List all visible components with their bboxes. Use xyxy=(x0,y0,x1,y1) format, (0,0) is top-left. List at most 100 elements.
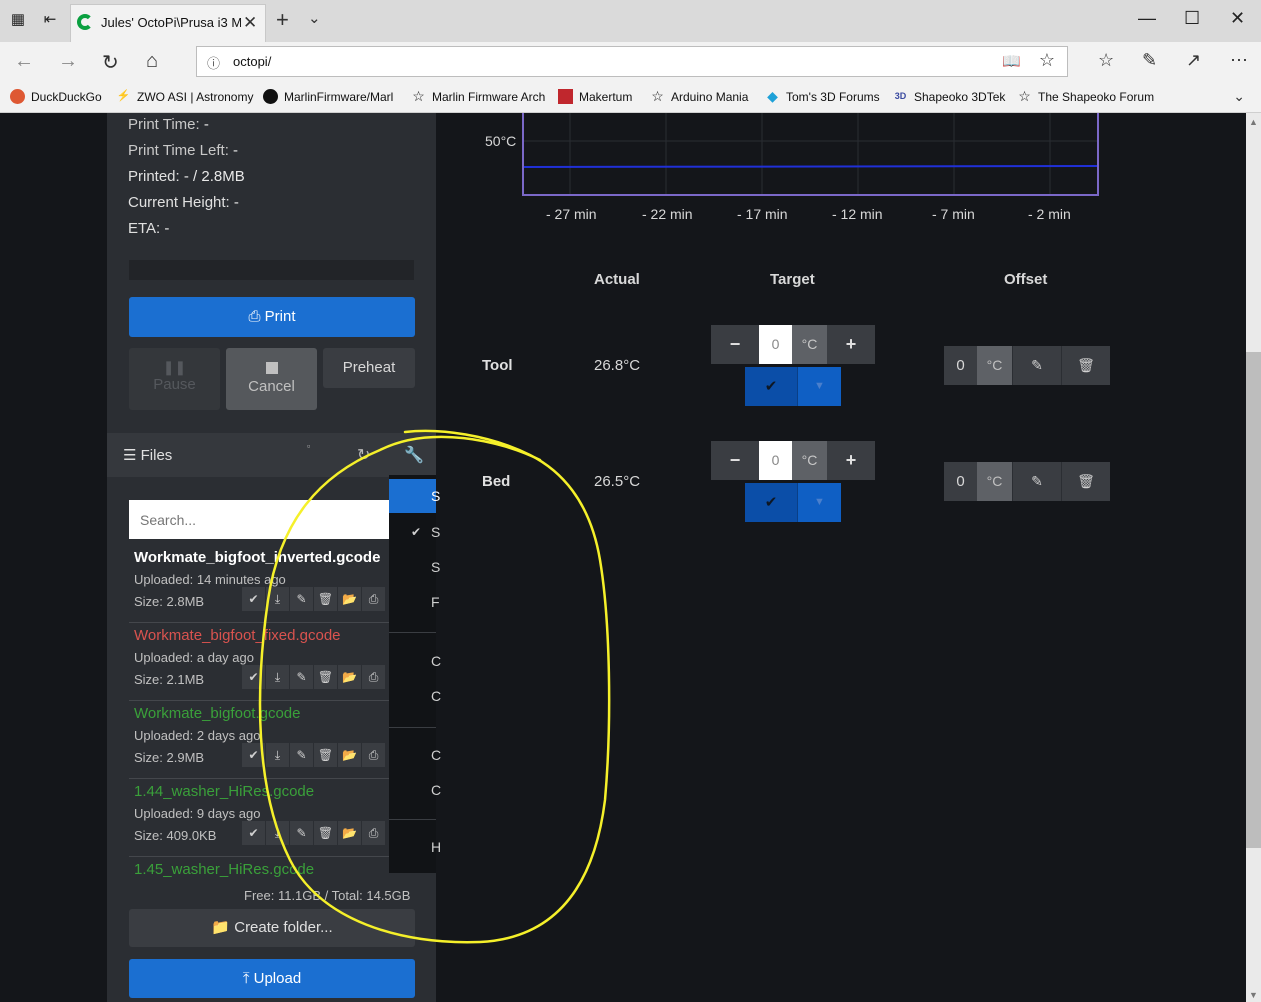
edit-offset-pencil-icon[interactable]: ✎ xyxy=(1012,462,1061,501)
upload-button[interactable]: ⤒ Upload xyxy=(129,959,415,998)
close-tab-icon[interactable]: ✕ xyxy=(243,13,257,33)
tool-target-input[interactable]: 0 xyxy=(759,325,792,364)
scrollbar-thumb[interactable] xyxy=(1246,352,1261,848)
print-file-icon[interactable]: ⎙ xyxy=(362,665,386,689)
url-field[interactable]: ⓘ octopi/ 📖 ☆ xyxy=(196,46,1068,77)
trash-icon[interactable]: 🗑 xyxy=(314,821,338,845)
home-icon[interactable]: ⌂ xyxy=(146,50,158,73)
load-check-icon[interactable]: ✔ xyxy=(242,821,266,845)
sd-card-icon[interactable]: ▫ xyxy=(307,441,310,451)
reset-offset-trash-icon[interactable]: 🗑 xyxy=(1061,462,1110,501)
fav-marlin-arch[interactable]: ☆ Marlin Firmware Arch xyxy=(411,89,545,104)
file-search-input[interactable] xyxy=(129,500,404,539)
print-button[interactable]: ⎙ Print xyxy=(129,297,415,337)
file-name[interactable]: Workmate_bigfoot.gcode xyxy=(134,705,301,722)
minimize-icon[interactable]: — xyxy=(1138,8,1156,29)
more-menu-icon[interactable]: ⋯ xyxy=(1230,50,1248,71)
edit-pencil-icon[interactable]: ✎ xyxy=(290,665,314,689)
favorites-list-icon[interactable]: ☆ xyxy=(1098,50,1114,71)
folder-open-icon[interactable]: 📂 xyxy=(338,665,362,689)
edit-pencil-icon[interactable]: ✎ xyxy=(290,821,314,845)
dropdown-item[interactable]: H xyxy=(389,830,441,864)
caret-down-icon[interactable]: ▼ xyxy=(797,483,841,522)
dropdown-item[interactable]: S xyxy=(389,550,440,584)
site-info-icon[interactable]: ⓘ xyxy=(207,53,220,72)
tab-manager-icon[interactable]: ▦ xyxy=(8,10,28,30)
print-file-icon[interactable]: ⎙ xyxy=(362,587,386,611)
set-check-icon[interactable]: ✔ xyxy=(745,367,797,406)
file-name[interactable]: 1.45_washer_HiRes.gcode xyxy=(134,861,314,878)
file-item[interactable]: 1.45_washer_HiRes.gcode xyxy=(129,857,399,887)
dropdown-item[interactable]: F xyxy=(389,585,440,619)
close-window-icon[interactable]: ✕ xyxy=(1230,8,1245,29)
cancel-button[interactable]: Cancel xyxy=(226,348,317,410)
maximize-icon[interactable]: ☐ xyxy=(1184,8,1200,29)
dropdown-item[interactable]: S xyxy=(389,479,440,513)
wrench-icon[interactable]: 🔧 xyxy=(404,445,424,465)
reading-view-icon[interactable]: 📖 xyxy=(1002,52,1021,70)
back-arrow-icon[interactable]: ← xyxy=(14,50,34,73)
decrease-minus-icon[interactable]: − xyxy=(711,325,759,364)
edit-pencil-icon[interactable]: ✎ xyxy=(290,743,314,767)
fav-arduino-mania[interactable]: ☆ Arduino Mania xyxy=(650,89,748,104)
preheat-button[interactable]: Preheat xyxy=(323,348,415,388)
folder-open-icon[interactable]: 📂 xyxy=(338,821,362,845)
decrease-minus-icon[interactable]: − xyxy=(711,441,759,480)
fav-zwo[interactable]: ⚡ ZWO ASI | Astronomy xyxy=(116,89,254,104)
edit-offset-pencil-icon[interactable]: ✎ xyxy=(1012,346,1061,385)
dropdown-item[interactable]: C xyxy=(389,738,441,772)
scroll-up-arrow-icon[interactable]: ▲ xyxy=(1249,117,1258,127)
fav-toms-3d[interactable]: ◆ Tom's 3D Forums xyxy=(765,89,880,104)
print-file-icon[interactable]: ⎙ xyxy=(362,821,386,845)
load-check-icon[interactable]: ✔ xyxy=(242,665,266,689)
file-item[interactable]: 1.44_washer_HiRes.gcode Uploaded: 9 days… xyxy=(129,779,399,857)
trash-icon[interactable]: 🗑 xyxy=(314,743,338,767)
download-icon[interactable]: ⤓ xyxy=(266,743,290,767)
download-icon[interactable]: ⤓ xyxy=(266,821,290,845)
file-name[interactable]: Workmate_bigfoot_inverted.gcode xyxy=(134,549,380,566)
folder-open-icon[interactable]: 📂 xyxy=(338,587,362,611)
refresh-icon[interactable]: ↻ xyxy=(102,50,119,75)
favorite-star-icon[interactable]: ☆ xyxy=(1039,50,1055,71)
file-item[interactable]: Workmate_bigfoot.gcode Uploaded: 2 days … xyxy=(129,701,399,779)
fav-duckduckgo[interactable]: DuckDuckGo xyxy=(10,89,102,104)
forward-arrow-icon[interactable]: → xyxy=(58,50,78,73)
folder-open-icon[interactable]: 📂 xyxy=(338,743,362,767)
edit-pencil-icon[interactable]: ✎ xyxy=(290,587,314,611)
tab-preview-chevron-icon[interactable]: ⌄ xyxy=(308,9,321,27)
pause-button[interactable]: ❚❚ Pause xyxy=(129,348,220,410)
fav-shapeoko-forum[interactable]: ☆ The Shapeoko Forum xyxy=(1017,89,1154,104)
dropdown-item[interactable]: C xyxy=(389,773,441,807)
set-aside-tabs-icon[interactable]: ⇤ xyxy=(40,10,60,30)
load-check-icon[interactable]: ✔ xyxy=(242,587,266,611)
fav-marlin-github[interactable]: MarlinFirmware/Marl xyxy=(263,89,393,104)
download-icon[interactable]: ⤓ xyxy=(266,665,290,689)
trash-icon[interactable]: 🗑 xyxy=(314,665,338,689)
trash-icon[interactable]: 🗑 xyxy=(314,587,338,611)
scroll-down-arrow-icon[interactable]: ▼ xyxy=(1249,990,1258,1000)
pen-notes-icon[interactable]: ✎ xyxy=(1142,50,1157,71)
refresh-files-icon[interactable]: ↻ xyxy=(357,445,370,465)
active-tab[interactable]: Jules' OctoPi\Prusa i3 M ✕ xyxy=(70,4,266,42)
create-folder-button[interactable]: 📁 Create folder... xyxy=(129,909,415,947)
reset-offset-trash-icon[interactable]: 🗑 xyxy=(1061,346,1110,385)
favorites-overflow-chevron-icon[interactable]: ⌄ xyxy=(1233,88,1245,105)
increase-plus-icon[interactable]: + xyxy=(827,441,875,480)
dropdown-item[interactable]: ✔ S xyxy=(389,515,440,549)
dropdown-item[interactable]: C xyxy=(389,679,441,713)
new-tab-icon[interactable]: + xyxy=(276,7,289,33)
print-file-icon[interactable]: ⎙ xyxy=(362,743,386,767)
file-item[interactable]: Workmate_bigfoot_fixed.gcode Uploaded: a… xyxy=(129,623,399,701)
set-check-icon[interactable]: ✔ xyxy=(745,483,797,522)
file-item[interactable]: Workmate_bigfoot_inverted.gcode Uploaded… xyxy=(129,545,399,623)
fav-shapeoko-3dtek[interactable]: 3D Shapeoko 3DTek xyxy=(893,89,1006,104)
increase-plus-icon[interactable]: + xyxy=(827,325,875,364)
download-icon[interactable]: ⤓ xyxy=(266,587,290,611)
bed-target-input[interactable]: 0 xyxy=(759,441,792,480)
fav-makertum[interactable]: Makertum xyxy=(558,89,632,104)
dropdown-item[interactable]: C xyxy=(389,644,441,678)
file-name[interactable]: 1.44_washer_HiRes.gcode xyxy=(134,783,314,800)
share-icon[interactable]: ↗ xyxy=(1186,50,1201,71)
file-name[interactable]: Workmate_bigfoot_fixed.gcode xyxy=(134,627,341,644)
load-check-icon[interactable]: ✔ xyxy=(242,743,266,767)
